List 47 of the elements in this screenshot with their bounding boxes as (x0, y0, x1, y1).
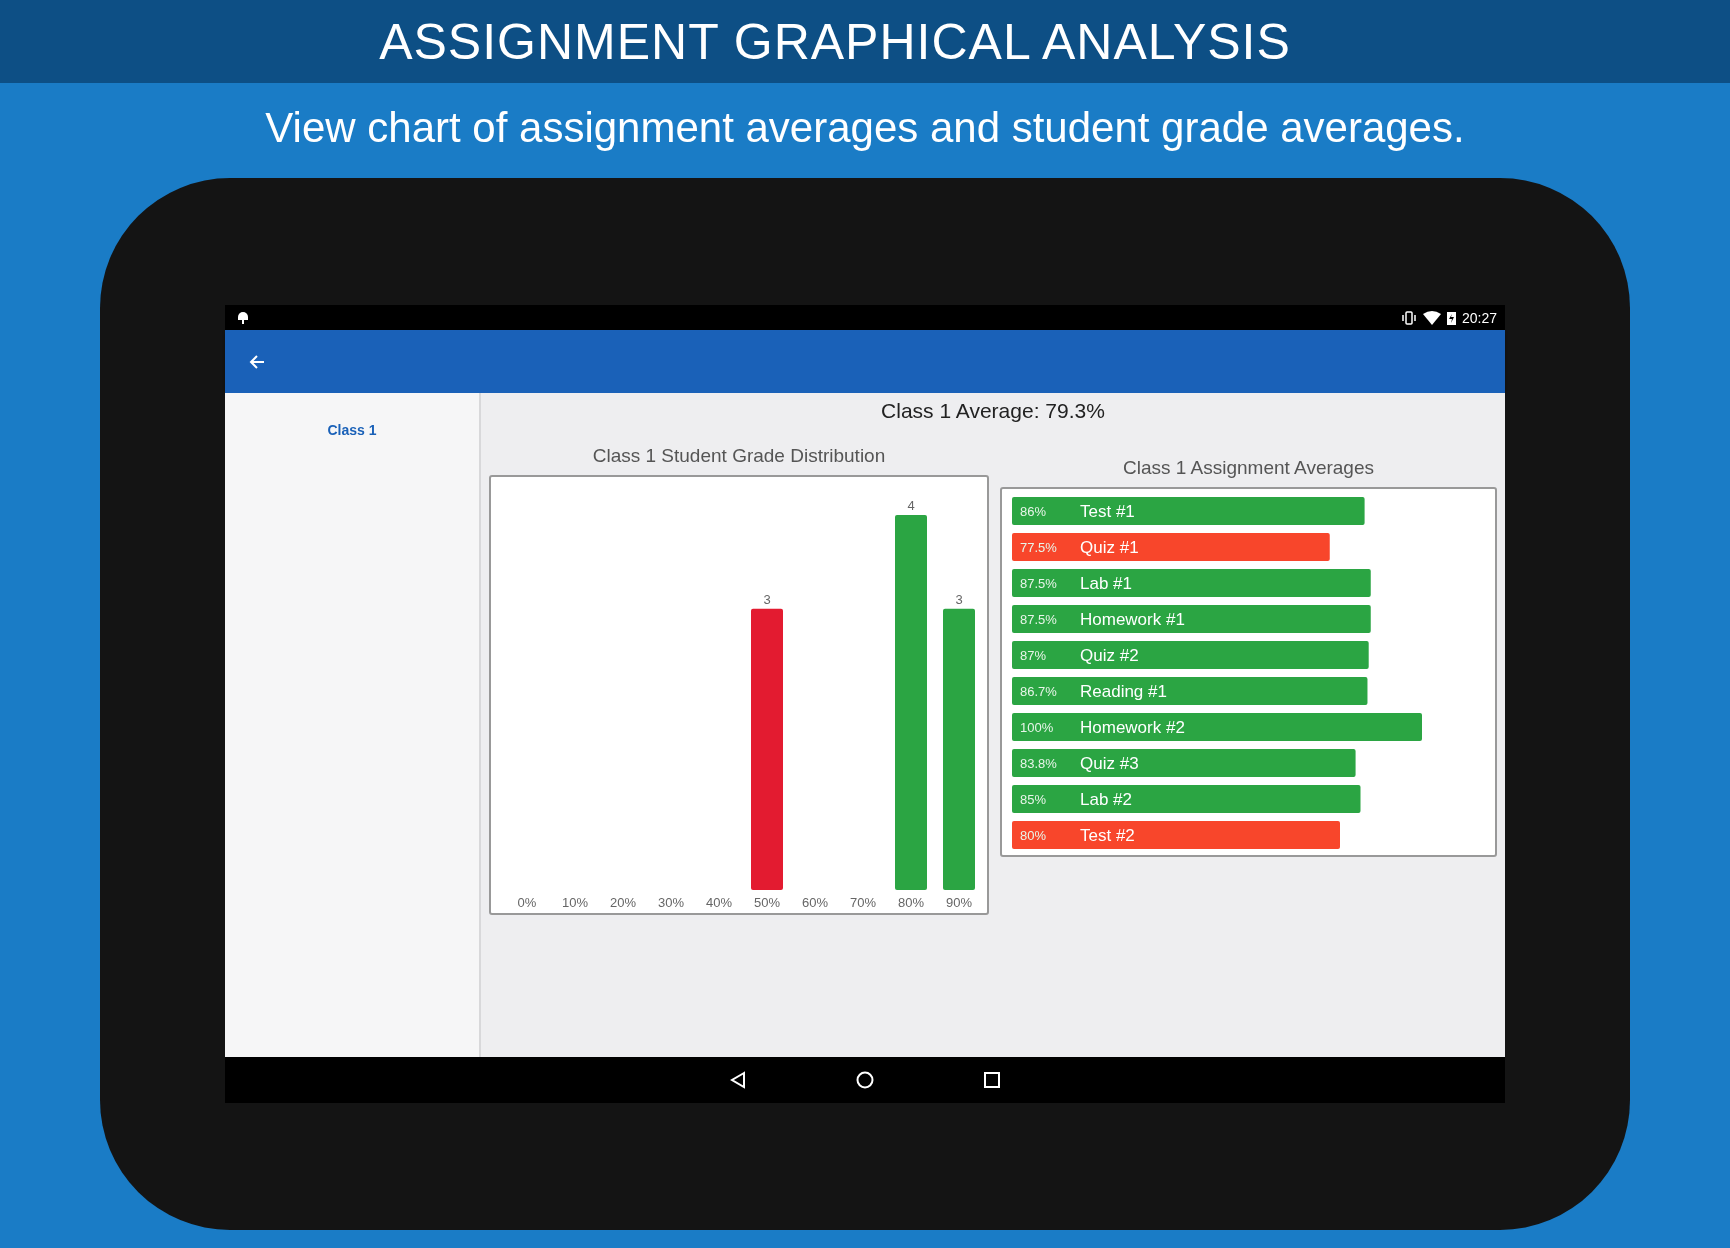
battery-icon (1446, 310, 1456, 325)
axis-label: 70% (850, 895, 876, 910)
assignment-name: Quiz #1 (1080, 538, 1139, 557)
bar-value: 87% (1020, 648, 1047, 663)
bar-value: 86% (1020, 504, 1047, 519)
status-time: 20:27 (1461, 309, 1497, 326)
axis-label: 80% (898, 895, 924, 910)
bar-value: 86.7% (1020, 684, 1057, 699)
axis-label: 30% (658, 895, 684, 910)
bar-value: 77.5% (1020, 540, 1057, 555)
recents-icon[interactable] (982, 1070, 1002, 1090)
assignment-name: Test #2 (1080, 826, 1135, 845)
class-average: Class 1 Average: 79.3% (881, 399, 1105, 423)
back-icon[interactable] (728, 1070, 748, 1090)
vibrate-icon (1400, 310, 1417, 325)
assignment-name: Quiz #2 (1080, 646, 1139, 665)
class-list-item[interactable]: Class 1 (225, 418, 479, 442)
assignment-name: Homework #2 (1080, 718, 1185, 737)
banner-subtitle: View chart of assignment averages and student grade averages. (264, 103, 1466, 153)
banner-title: ASSIGNMENT GRAPHICAL ANALYSIS (379, 12, 1292, 71)
axis-label: 20% (610, 895, 636, 910)
axis-label: 0% (517, 895, 537, 910)
axis-label: 40% (706, 895, 732, 910)
assignment-name: Reading #1 (1080, 682, 1167, 701)
bar-value: 87.5% (1020, 612, 1057, 627)
assignment-name: Quiz #3 (1080, 754, 1139, 773)
bar-value: 85% (1020, 792, 1047, 807)
chart-title: Class 1 Assignment Averages (1123, 457, 1374, 479)
axis-label: 50% (754, 895, 780, 910)
bar-value: 80% (1020, 828, 1047, 843)
bar-value: 87.5% (1020, 576, 1057, 591)
bar-value: 83.8% (1020, 756, 1057, 771)
axis-label: 90% (946, 895, 972, 910)
assignment-name: Lab #1 (1080, 574, 1132, 593)
bar-value: 100% (1020, 720, 1054, 735)
bar-value: 4 (907, 499, 915, 513)
wifi-icon (1422, 310, 1441, 325)
bar-value: 3 (955, 591, 963, 607)
assignment-name: Lab #2 (1080, 790, 1132, 809)
chart-title: Class 1 Student Grade Distribution (592, 445, 886, 467)
assignment-name: Homework #1 (1080, 610, 1185, 629)
assignment-name: Test #1 (1080, 502, 1135, 521)
android-icon (237, 310, 249, 325)
bar-value: 3 (763, 591, 771, 607)
home-icon[interactable] (855, 1070, 875, 1090)
axis-label: 10% (562, 895, 588, 910)
axis-label: 60% (802, 895, 828, 910)
